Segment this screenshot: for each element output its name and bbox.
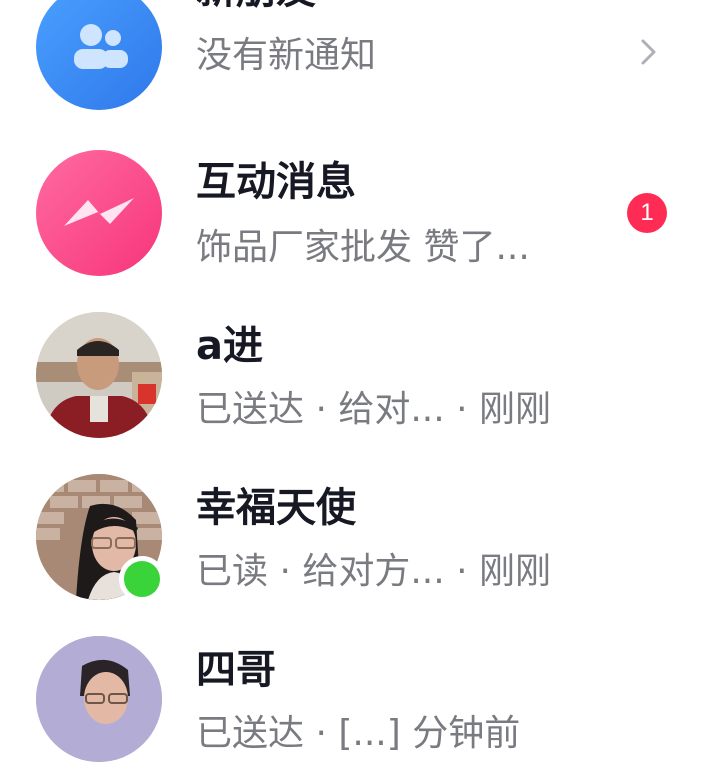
conversation-subtitle: 已送达 · 给对... · 刚刚: [196, 389, 551, 430]
conversation-title: 新朋友: [196, 0, 316, 10]
avatar-photo: [36, 312, 162, 438]
conversation-title: 互动消息: [196, 159, 356, 205]
avatar-photo: [36, 636, 162, 762]
conversation-subtitle: 已读 · 给对方... · 刚刚: [196, 551, 551, 592]
chat-row-xingfu-tianshi[interactable]: 幸福天使 已读 · 给对方... · 刚刚: [0, 456, 720, 618]
interaction-messages-row[interactable]: 互动消息 饰品厂家批发 赞了... 1: [0, 132, 720, 294]
new-friends-row[interactable]: 新朋友 没有新通知: [0, 0, 720, 132]
conversation-subtitle: 没有新通知: [196, 35, 377, 76]
avatar: [36, 312, 162, 438]
people-icon: [74, 24, 128, 69]
online-status-dot: [119, 556, 165, 602]
chat-row-a-jin[interactable]: a进 已送达 · 给对... · 刚刚: [0, 294, 720, 456]
conversation-subtitle: 已送达 · [...] 分钟前: [196, 713, 521, 754]
unread-badge: 1: [627, 193, 667, 233]
interaction-messages-avatar: [36, 150, 162, 276]
conversation-title: 四哥: [196, 647, 276, 693]
chevron-right-icon[interactable]: [640, 38, 658, 66]
conversation-subtitle: 饰品厂家批发 赞了...: [196, 227, 530, 268]
avatar: [36, 636, 162, 762]
conversation-title: 幸福天使: [196, 485, 356, 531]
messenger-icon: [64, 198, 134, 226]
new-friends-avatar: [36, 0, 162, 110]
chat-row-si-ge[interactable]: 四哥 已送达 · [...] 分钟前: [0, 618, 720, 780]
conversation-title: a进: [196, 323, 263, 369]
